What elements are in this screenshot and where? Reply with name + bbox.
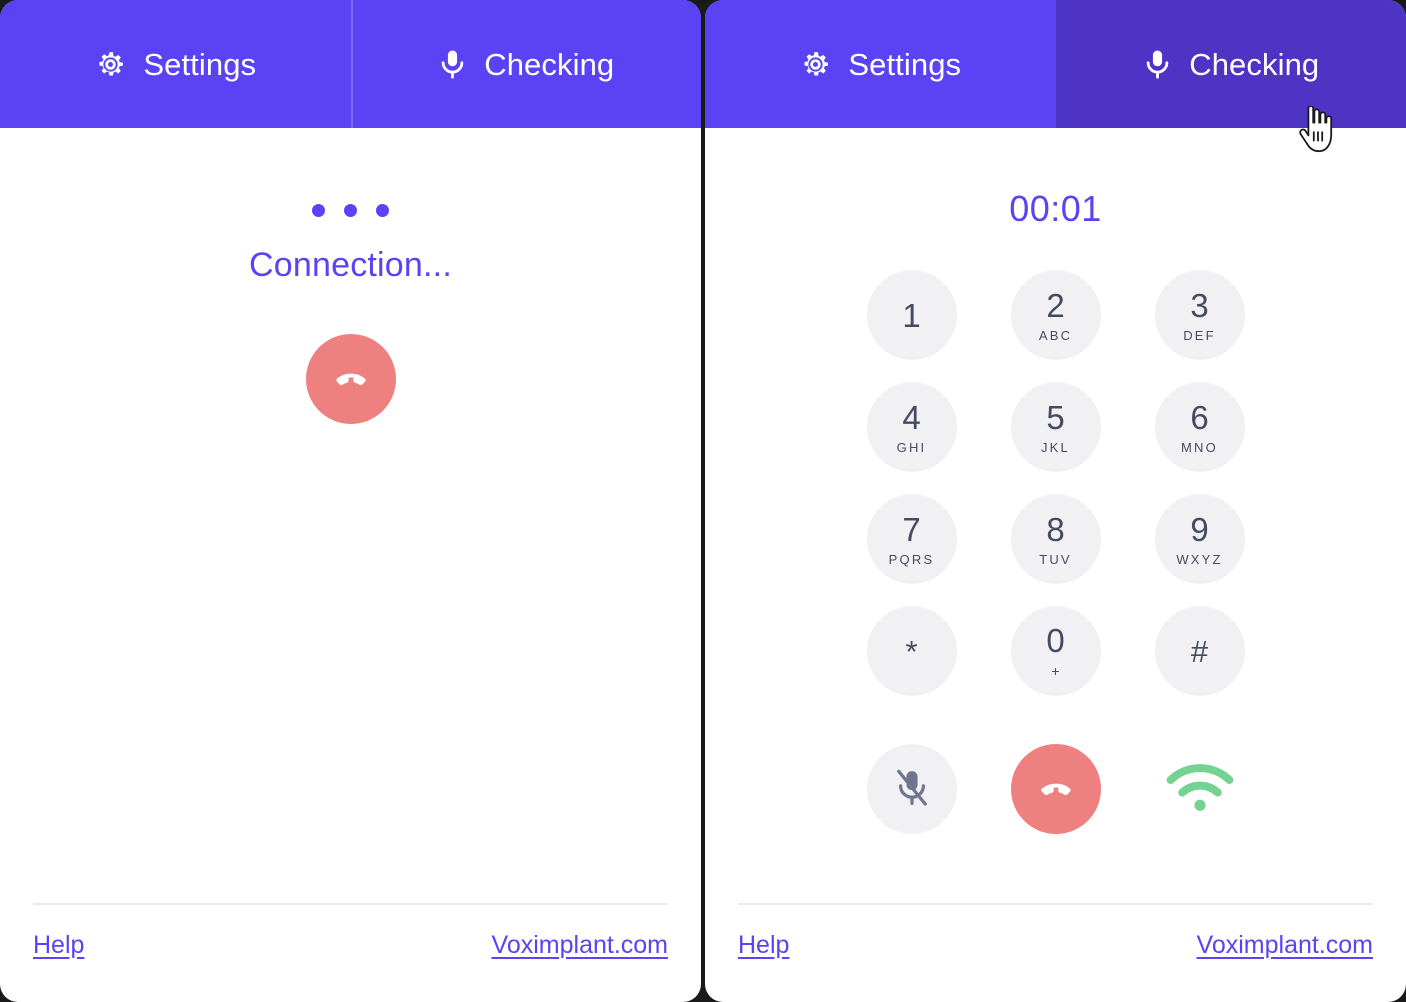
connection-status-text: Connection... bbox=[249, 246, 452, 284]
dialpad-key-8[interactable]: 8 TUV bbox=[1010, 494, 1101, 584]
dialpad-key-letters: PQRS bbox=[888, 551, 935, 567]
dialpad-key-letters: WXYZ bbox=[1176, 551, 1223, 567]
tab-checking-label: Checking bbox=[484, 46, 615, 82]
panel-body-right: 00:01 1 2 ABC 3 DEF 4 GHI 5 JKL 6 MNO 7 … bbox=[705, 128, 1406, 903]
dialpad-key-5[interactable]: 5 JKL bbox=[1010, 382, 1101, 472]
tab-settings-label: Settings bbox=[848, 46, 962, 82]
voximplant-link[interactable]: Voximplant.com bbox=[492, 931, 668, 960]
dialpad-key-0[interactable]: 0 + bbox=[1010, 606, 1101, 696]
call-actions bbox=[866, 744, 1245, 834]
dialpad-key-digit: 6 bbox=[1190, 398, 1209, 436]
connecting-dot bbox=[376, 204, 389, 217]
call-widget-panel-left: Settings Checking Connection... Help Vox… bbox=[0, 0, 701, 1002]
footer-left: Help Voximplant.com bbox=[0, 903, 701, 1002]
dialpad-key-letters: GHI bbox=[896, 439, 927, 455]
dialpad-key-digit: 9 bbox=[1190, 510, 1209, 548]
dialpad-key-letters: JKL bbox=[1040, 439, 1070, 455]
gear-icon bbox=[94, 48, 127, 81]
dialpad-key-letters: ABC bbox=[1038, 327, 1073, 343]
dialpad-key-digit: # bbox=[1190, 633, 1209, 669]
tab-checking-label: Checking bbox=[1189, 46, 1320, 82]
dialpad-key-digit: 1 bbox=[902, 296, 921, 334]
footer-links: Help Voximplant.com bbox=[738, 905, 1373, 1002]
tab-checking-right[interactable]: Checking bbox=[1055, 0, 1406, 128]
voximplant-link[interactable]: Voximplant.com bbox=[1197, 931, 1373, 960]
dialpad: 1 2 ABC 3 DEF 4 GHI 5 JKL 6 MNO 7 PQRS 8… bbox=[866, 270, 1245, 696]
tab-settings-left[interactable]: Settings bbox=[0, 0, 351, 128]
mute-button[interactable] bbox=[866, 744, 957, 834]
dialpad-key-digit: 4 bbox=[902, 398, 921, 436]
microphone-icon bbox=[1142, 48, 1173, 81]
connecting-dot bbox=[344, 204, 357, 217]
dialpad-key-letters: TUV bbox=[1039, 551, 1072, 567]
help-link[interactable]: Help bbox=[33, 931, 84, 960]
tab-checking-left[interactable]: Checking bbox=[350, 0, 701, 128]
hangup-button[interactable] bbox=[1010, 744, 1101, 834]
connecting-dot bbox=[312, 204, 325, 217]
footer-links: Help Voximplant.com bbox=[33, 905, 668, 1002]
dialpad-key-digit: 2 bbox=[1046, 286, 1065, 324]
screen: Settings Checking Connection... Help Vox… bbox=[0, 0, 1406, 1002]
dialpad-key-letters: MNO bbox=[1181, 439, 1218, 455]
footer-right: Help Voximplant.com bbox=[705, 903, 1406, 1002]
panel-body-left: Connection... bbox=[0, 128, 701, 903]
phone-hangup-icon bbox=[329, 356, 373, 403]
tab-settings-right[interactable]: Settings bbox=[705, 0, 1056, 128]
tabbar-right: Settings Checking bbox=[705, 0, 1406, 128]
dialpad-key-hash[interactable]: # bbox=[1154, 606, 1245, 696]
call-widget-panel-right: Settings Checking 00:01 1 2 ABC 3 DEF 4 … bbox=[705, 0, 1406, 1002]
dialpad-key-digit: 8 bbox=[1046, 510, 1065, 548]
call-timer: 00:01 bbox=[1009, 188, 1102, 229]
connecting-dots bbox=[312, 204, 389, 217]
gear-icon bbox=[799, 48, 832, 81]
phone-hangup-icon bbox=[1034, 766, 1078, 813]
dialpad-key-digit: 0 bbox=[1046, 622, 1065, 659]
dialpad-key-letters: DEF bbox=[1183, 327, 1216, 343]
dialpad-key-star[interactable]: * bbox=[866, 606, 957, 696]
wifi-icon bbox=[1166, 762, 1234, 817]
dialpad-key-digit: 7 bbox=[902, 510, 921, 548]
dialpad-key-7[interactable]: 7 PQRS bbox=[866, 494, 957, 584]
tab-settings-label: Settings bbox=[143, 46, 257, 82]
dialpad-key-6[interactable]: 6 MNO bbox=[1154, 382, 1245, 472]
connection-quality-indicator[interactable] bbox=[1155, 744, 1245, 834]
dialpad-key-4[interactable]: 4 GHI bbox=[866, 382, 957, 472]
microphone-icon bbox=[437, 48, 468, 81]
microphone-muted-icon bbox=[893, 768, 931, 811]
dialpad-key-3[interactable]: 3 DEF bbox=[1154, 270, 1245, 360]
dialpad-key-2[interactable]: 2 ABC bbox=[1010, 270, 1101, 360]
tabbar-left: Settings Checking bbox=[0, 0, 701, 128]
dialpad-key-9[interactable]: 9 WXYZ bbox=[1154, 494, 1245, 584]
dialpad-key-digit: * bbox=[905, 633, 918, 669]
help-link[interactable]: Help bbox=[738, 931, 789, 960]
dialpad-key-letters: + bbox=[1051, 663, 1060, 679]
dialpad-key-digit: 3 bbox=[1190, 286, 1209, 324]
dialpad-key-digit: 5 bbox=[1046, 398, 1065, 436]
hangup-button[interactable] bbox=[305, 334, 396, 424]
dialpad-key-1[interactable]: 1 bbox=[866, 270, 957, 360]
